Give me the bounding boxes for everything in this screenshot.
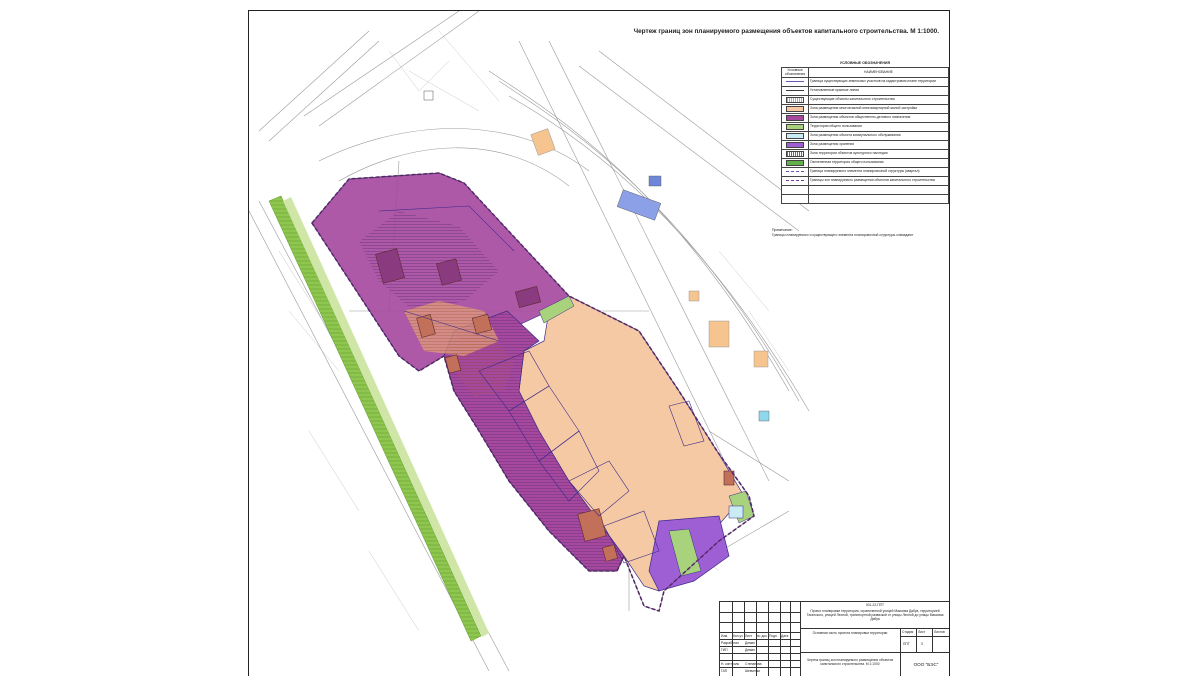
legend-label: Границы зон планируемого размещения объе… bbox=[808, 176, 949, 186]
legend-swatch bbox=[786, 89, 804, 91]
legend-swatch bbox=[786, 159, 804, 167]
role-norm-control: Н. контроль bbox=[721, 662, 740, 666]
legend-swatch bbox=[786, 80, 804, 82]
legend-swatch bbox=[786, 105, 804, 113]
stage-header: Стадия bbox=[902, 630, 914, 634]
name-norm-control: Степанова bbox=[745, 662, 762, 666]
legend-label: Существующие объекты капитального строит… bbox=[808, 95, 949, 105]
legend-row: Зона размещения многоэтажной многокварти… bbox=[781, 104, 949, 114]
sheets-header: Листов bbox=[934, 630, 945, 634]
legend-row: Границы зон планируемого размещения объе… bbox=[781, 176, 949, 186]
legend-row bbox=[781, 185, 949, 195]
legend-symbol bbox=[781, 140, 809, 150]
legend-label: Зона размещения многоэтажной многокварти… bbox=[808, 104, 949, 114]
legend-row: Зона размещения объектов общественно-дел… bbox=[781, 113, 949, 123]
legend-symbol bbox=[781, 185, 809, 195]
legend-symbol bbox=[781, 122, 809, 132]
sheet-header: Лист bbox=[918, 630, 926, 634]
legend-label: Зона размещения хранения bbox=[808, 140, 949, 150]
legend-col-symbol: Условные обозначения bbox=[781, 67, 809, 78]
legend-table: Условные обозначения НАИМЕНОВАНИЕ Границ… bbox=[781, 67, 949, 204]
legend-label: Граница существующих земельных участков … bbox=[808, 77, 949, 87]
legend-swatch bbox=[786, 123, 804, 131]
legend-row: Озелененная территория общего пользовани… bbox=[781, 158, 949, 168]
legend-symbol bbox=[781, 113, 809, 123]
legend-row bbox=[781, 194, 949, 204]
sheet-title: Чертеж границ зон планируемого размещени… bbox=[806, 658, 894, 666]
col-podp: Подп. bbox=[769, 634, 778, 638]
legend-swatch bbox=[786, 132, 804, 140]
name-developer: Демин bbox=[745, 641, 755, 645]
legend-swatch bbox=[786, 114, 804, 122]
legend-symbol bbox=[781, 167, 809, 177]
legend-symbol bbox=[781, 86, 809, 96]
legend-row: Граница существующих земельных участков … bbox=[781, 77, 949, 87]
legend-label: Установленные красные линии bbox=[808, 86, 949, 96]
legend-swatch bbox=[786, 141, 804, 149]
name-gap: Шевченко bbox=[745, 669, 761, 673]
legend-row: Зона территории объектов культурного нас… bbox=[781, 149, 949, 159]
col-izm: Изм. bbox=[721, 634, 729, 638]
legend-swatch bbox=[786, 179, 804, 181]
legend-symbol bbox=[781, 77, 809, 87]
legend-symbol bbox=[781, 158, 809, 168]
role-gap: ГАП bbox=[721, 669, 728, 673]
role-developer: Разработал bbox=[721, 641, 739, 645]
company: ООО "БЭС" bbox=[913, 662, 939, 667]
legend-symbol bbox=[781, 131, 809, 141]
legend: УСЛОВНЫЕ ОБОЗНАЧЕНИЯ Условные обозначени… bbox=[781, 61, 949, 204]
legend-swatch bbox=[786, 170, 804, 172]
role-gip: ГИП bbox=[721, 648, 728, 652]
note-text: Границы планируемого и существующего эле… bbox=[772, 233, 914, 237]
note-title: Примечание: bbox=[772, 228, 793, 232]
legend-label bbox=[808, 185, 949, 195]
legend-col-name: НАИМЕНОВАНИЕ bbox=[808, 67, 949, 78]
legend-label: Зона размещения объектов общественно-дел… bbox=[808, 113, 949, 123]
legend-symbol bbox=[781, 176, 809, 186]
legend-label: Территория общего пользования bbox=[808, 122, 949, 132]
legend-head-row: Условные обозначения НАИМЕНОВАНИЕ bbox=[781, 67, 949, 78]
col-kol: Кол.уч bbox=[733, 634, 743, 638]
legend-symbol bbox=[781, 194, 809, 204]
legend-label bbox=[808, 194, 949, 204]
section-title: Основная часть проекта планировки террит… bbox=[812, 631, 888, 635]
legend-symbol bbox=[781, 104, 809, 114]
legend-body: Граница существующих земельных участков … bbox=[781, 77, 949, 204]
sheet-value: 3 bbox=[921, 642, 923, 646]
legend-label: Зона размещения объекта коммунального об… bbox=[808, 131, 949, 141]
legend-row: Зона размещения хранения bbox=[781, 140, 949, 150]
legend-symbol bbox=[781, 149, 809, 159]
name-gip: Демин bbox=[745, 648, 755, 652]
legend-symbol bbox=[781, 95, 809, 105]
legend-row: Существующие объекты капитального строит… bbox=[781, 95, 949, 105]
drawing-title: Чертеж границ зон планируемого размещени… bbox=[633, 28, 939, 35]
col-doc: № док. bbox=[757, 634, 768, 638]
legend-row: Зона размещения объекта коммунального об… bbox=[781, 131, 949, 141]
legend-header: УСЛОВНЫЕ ОБОЗНАЧЕНИЯ bbox=[839, 61, 891, 65]
legend-row: Установленные красные линии bbox=[781, 86, 949, 96]
doc-code: 001-22-ППТ bbox=[865, 603, 885, 607]
col-date: Дата bbox=[781, 634, 789, 638]
title-block: Изм. Кол.уч Лист № док. Подп. Дата Разра… bbox=[719, 601, 949, 676]
legend-swatch bbox=[786, 96, 804, 104]
legend-label: Граница планируемого элемента планировоч… bbox=[808, 167, 949, 177]
legend-row: Граница планируемого элемента планировоч… bbox=[781, 167, 949, 177]
project-title: Проект планировки территории, ограниченн… bbox=[806, 609, 944, 621]
stage-value: ППТ bbox=[903, 642, 910, 646]
legend-label: Озелененная территория общего пользовани… bbox=[808, 158, 949, 168]
legend-label: Зона территории объектов культурного нас… bbox=[808, 149, 949, 159]
drawing-sheet: Чертеж границ зон планируемого размещени… bbox=[248, 10, 950, 676]
legend-swatch bbox=[786, 150, 804, 158]
legend-row: Территория общего пользования bbox=[781, 122, 949, 132]
col-list: Лист bbox=[745, 634, 753, 638]
